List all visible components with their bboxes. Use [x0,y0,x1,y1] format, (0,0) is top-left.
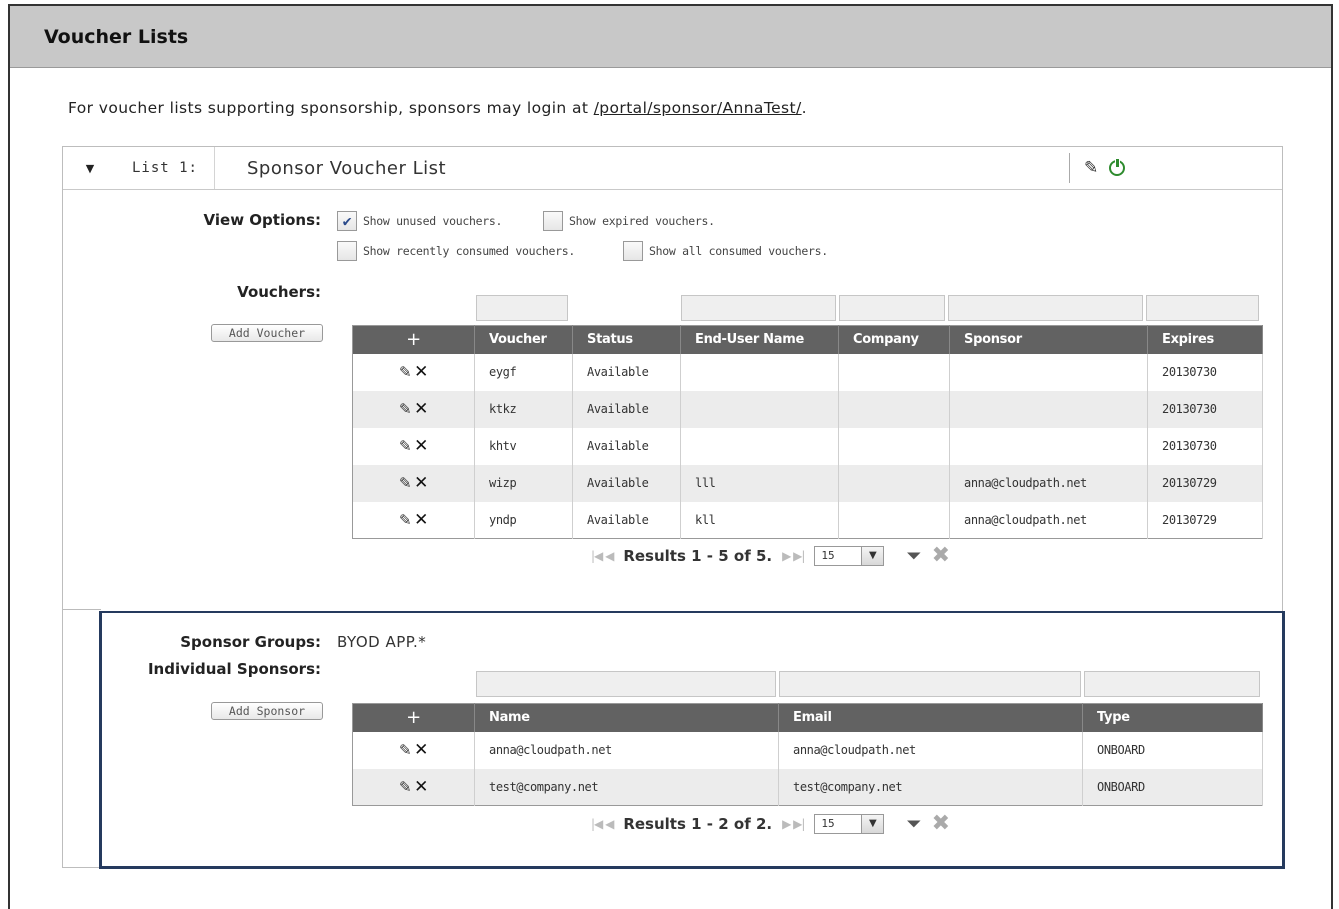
vouchers-table: + Voucher Status End-User Name Company S… [352,325,1263,539]
next-last-page-icon[interactable]: ▶ ▶| [782,549,805,563]
col-type[interactable]: Type [1082,703,1263,732]
delete-x-icon[interactable]: ✕ [414,399,428,419]
clear-filter-icon[interactable]: ✖ [932,811,950,836]
delete-x-icon[interactable]: ✕ [414,362,428,382]
filter-end-user-input[interactable] [681,295,836,321]
list-name: Sponsor Voucher List [247,157,447,179]
row-actions: ✎ ✕ [352,501,475,539]
dropdown-arrow-icon[interactable]: ▼ [861,546,884,565]
row-actions: ✎ ✕ [352,768,475,806]
checkbox-checked-icon[interactable]: ✔ [337,211,357,231]
edit-pencil-icon[interactable]: ✎ [399,400,412,418]
vouchers-header-row: + Voucher Status End-User Name Company S… [352,325,1263,354]
list-number-label: List 1: [117,147,215,189]
page-size-select[interactable]: 15 ▼ [814,813,885,834]
table-row: ✎ ✕ ktkz Available 20130730 [352,390,1263,428]
edit-pencil-icon[interactable]: ✎ [399,437,412,455]
filter-company-input[interactable] [839,295,945,321]
voucher-lists-window: Voucher Lists For voucher lists supporti… [8,4,1333,909]
enable-power-icon[interactable] [1109,158,1126,176]
list-actions: ✎ [1069,153,1126,183]
page-title: Voucher Lists [44,25,189,48]
vouchers-pager: |◀ ◀ Results 1 - 5 of 5. ▶ ▶| 15 ▼ ⏷ ✖ [591,543,950,568]
add-voucher-button[interactable]: Add Voucher [211,324,323,342]
add-row-plus-icon[interactable]: + [352,325,475,354]
col-email[interactable]: Email [778,703,1083,732]
filter-email-input[interactable] [779,671,1081,697]
option-show-recently-consumed[interactable]: Show recently consumed vouchers. [337,241,575,261]
option-show-unused[interactable]: ✔ Show unused vouchers. [337,211,502,231]
sponsor-portal-link[interactable]: /portal/sponsor/AnnaTest/ [594,99,802,117]
filter-name-input[interactable] [476,671,776,697]
results-count: Results 1 - 5 of 5. [623,546,773,565]
edit-list-pencil-icon[interactable]: ✎ [1084,158,1098,178]
filter-sponsor-input[interactable] [948,295,1143,321]
add-sponsor-button[interactable]: Add Sponsor [211,702,323,720]
checkbox-icon[interactable] [543,211,563,231]
sponsor-filter-row [476,671,1263,697]
dropdown-arrow-icon[interactable]: ▼ [861,814,884,833]
col-end-user-name[interactable]: End-User Name [680,325,839,354]
table-row: ✎ ✕ anna@cloudpath.net anna@cloudpath.net… [352,731,1263,769]
first-prev-page-icon[interactable]: |◀ ◀ [591,817,614,831]
col-company[interactable]: Company [838,325,950,354]
checkbox-icon[interactable] [623,241,643,261]
filter-status-spacer [571,295,678,321]
voucher-list-panel: ▼ List 1: Sponsor Voucher List ✎ View Op… [62,146,1285,869]
filter-funnel-icon[interactable]: ⏷ [906,545,921,567]
table-row: ✎ ✕ test@company.net test@company.net ONB… [352,768,1263,806]
sponsors-table: + Name Email Type ✎ ✕ anna@cloudpath.net … [352,703,1263,806]
delete-x-icon[interactable]: ✕ [414,740,428,760]
col-status[interactable]: Status [572,325,681,354]
row-actions: ✎ ✕ [352,353,475,391]
col-sponsor[interactable]: Sponsor [949,325,1148,354]
option-show-all-consumed[interactable]: Show all consumed vouchers. [623,241,828,261]
filter-expires-input[interactable] [1146,295,1259,321]
option-show-expired[interactable]: Show expired vouchers. [543,211,715,231]
page-size-select[interactable]: 15 ▼ [814,545,885,566]
view-options-label: View Options: [203,211,321,229]
table-row: ✎ ✕ wizp Available lll anna@cloudpath.net… [352,464,1263,502]
add-row-plus-icon[interactable]: + [352,703,475,732]
list-header: ▼ List 1: Sponsor Voucher List ✎ [63,147,1282,190]
table-row: ✎ ✕ khtv Available 20130730 [352,427,1263,465]
divider [63,609,101,610]
edit-pencil-icon[interactable]: ✎ [399,363,412,381]
filter-funnel-icon[interactable]: ⏷ [906,813,921,835]
vouchers-label: Vouchers: [237,283,321,301]
results-count: Results 1 - 2 of 2. [623,814,773,833]
col-voucher[interactable]: Voucher [474,325,573,354]
individual-sponsors-label: Individual Sponsors: [147,660,321,678]
checkbox-icon[interactable] [337,241,357,261]
first-prev-page-icon[interactable]: |◀ ◀ [591,549,614,563]
collapse-toggle-icon[interactable]: ▼ [63,147,117,189]
sponsors-pager: |◀ ◀ Results 1 - 2 of 2. ▶ ▶| 15 ▼ ⏷ ✖ [591,811,950,836]
voucher-filter-row [476,295,1262,321]
table-row: ✎ ✕ eygf Available 20130730 [352,353,1263,391]
sponsors-header-row: + Name Email Type [352,703,1263,732]
row-actions: ✎ ✕ [352,731,475,769]
row-actions: ✎ ✕ [352,427,475,465]
row-actions: ✎ ✕ [352,390,475,428]
delete-x-icon[interactable]: ✕ [414,473,428,493]
row-actions: ✎ ✕ [352,464,475,502]
delete-x-icon[interactable]: ✕ [414,436,428,456]
intro-text: For voucher lists supporting sponsorship… [68,99,807,117]
delete-x-icon[interactable]: ✕ [414,777,428,797]
table-row: ✎ ✕ yndp Available kll anna@cloudpath.net… [352,501,1263,539]
col-expires[interactable]: Expires [1147,325,1263,354]
sponsor-groups-label: Sponsor Groups: [180,633,321,651]
edit-pencil-icon[interactable]: ✎ [399,778,412,796]
filter-type-input[interactable] [1084,671,1260,697]
next-last-page-icon[interactable]: ▶ ▶| [782,817,805,831]
title-bar: Voucher Lists [10,6,1331,68]
filter-voucher-input[interactable] [476,295,568,321]
edit-pencil-icon[interactable]: ✎ [399,741,412,759]
edit-pencil-icon[interactable]: ✎ [399,511,412,529]
delete-x-icon[interactable]: ✕ [414,510,428,530]
clear-filter-icon[interactable]: ✖ [932,543,950,568]
edit-pencil-icon[interactable]: ✎ [399,474,412,492]
sponsor-groups-value: BYOD APP.* [337,633,427,651]
col-name[interactable]: Name [474,703,779,732]
